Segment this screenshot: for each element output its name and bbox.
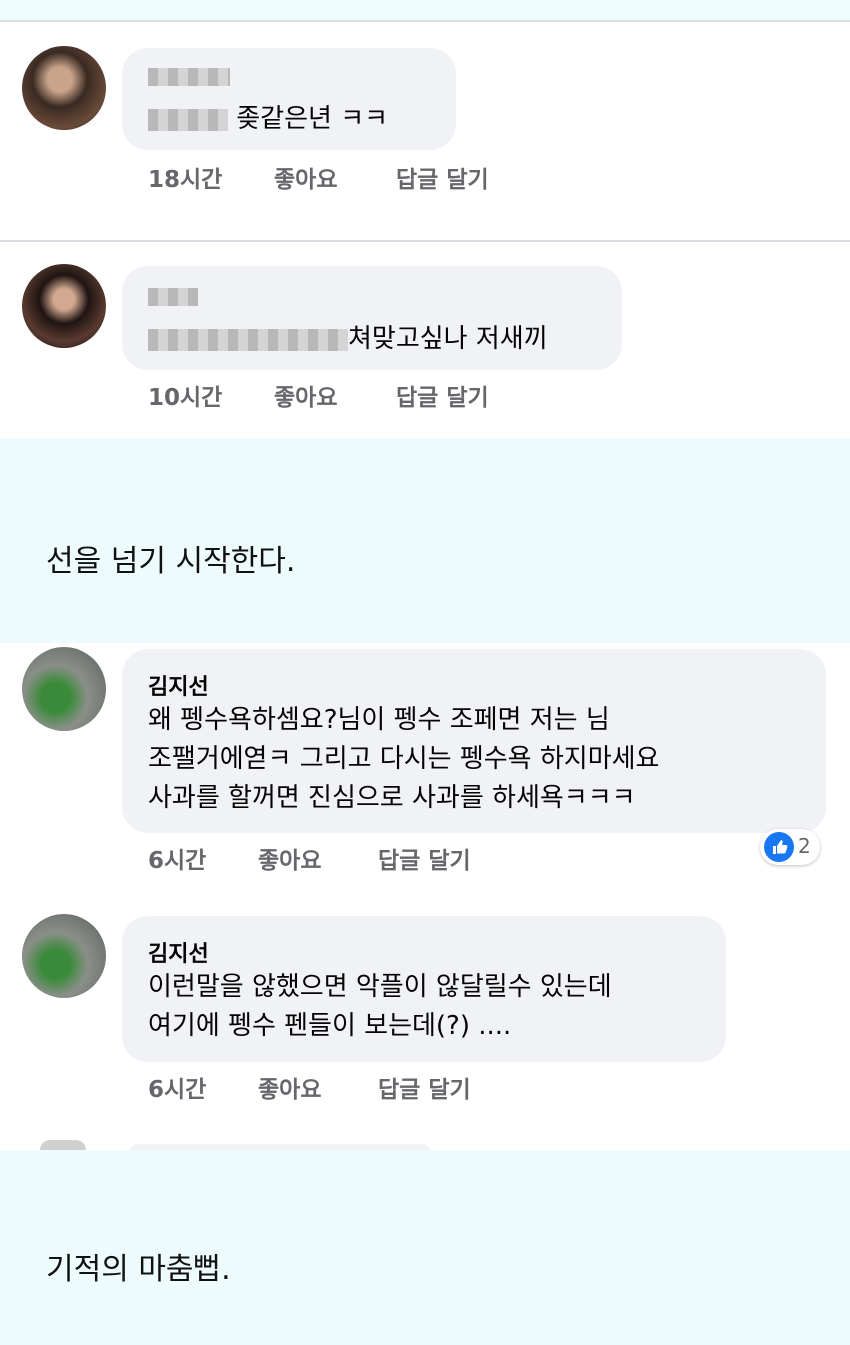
comment-bubble: 쳐맞고싶나 저새끼: [122, 266, 622, 370]
avatar[interactable]: [22, 46, 106, 130]
blurred-author-name: [148, 66, 230, 86]
top-caption-band: [0, 0, 850, 20]
divider: [0, 20, 850, 22]
comment-time: 6시간: [148, 1077, 207, 1103]
like-button[interactable]: 좋아요: [258, 1070, 321, 1104]
reply-button[interactable]: 답글 달기: [396, 160, 489, 194]
avatar[interactable]: [22, 264, 106, 348]
comment-1: 좆같은년 ㅋㅋ 18시간 좋아요 답글 달기: [0, 40, 850, 220]
comment-author[interactable]: 김지선: [148, 936, 209, 968]
comment-time: 18시간: [148, 167, 223, 193]
reply-button[interactable]: 답글 달기: [378, 841, 471, 875]
caption-text: 선을 넘기 시작한다.: [46, 544, 296, 579]
avatar[interactable]: [22, 914, 106, 998]
like-button[interactable]: 좋아요: [274, 160, 337, 194]
comment-text: 쳐맞고싶나 저새끼: [348, 324, 548, 354]
comment-time: 6시간: [148, 848, 207, 874]
like-thumb-icon: [764, 832, 794, 862]
comment-text-line: 조팰거에엳ㅋ 그리고 다시는 펭수욕 하지마세요: [148, 744, 660, 774]
blurred-author-name: [148, 286, 198, 306]
caption-text: 기적의 마춤뻡.: [46, 1252, 231, 1287]
comment-bubble: 좆같은년 ㅋㅋ: [122, 48, 456, 150]
comment-text-line: 이런말을 않했으면 악플이 않달릴수 있는데: [148, 972, 612, 1002]
like-button[interactable]: 좋아요: [274, 378, 337, 412]
reaction-summary[interactable]: 2: [760, 829, 820, 865]
reply-button[interactable]: 답글 달기: [396, 378, 489, 412]
comment-3: 김지선 왜 펭수욕하셈요?님이 펭수 조페면 저는 님 조팰거에엳ㅋ 그리고 다…: [0, 643, 850, 883]
reaction-count: 2: [798, 834, 811, 858]
comment-author[interactable]: 김지선: [148, 669, 209, 701]
comment-text-line: 여기에 펭수 펜들이 보는데(?) ....: [148, 1011, 512, 1041]
divider: [0, 240, 850, 242]
comment-bubble: 김지선 왜 펭수욕하셈요?님이 펭수 조페면 저는 님 조팰거에엳ㅋ 그리고 다…: [122, 649, 826, 833]
comment-text-line: 사과를 할꺼면 진심으로 사과를 하세욕ㅋㅋㅋ: [148, 783, 636, 813]
comment-text-line: 왜 펭수욕하셈요?님이 펭수 조페면 저는 님: [148, 705, 610, 735]
caption-band: 기적의 마춤뻡.: [0, 1150, 850, 1345]
caption-band: 선을 넘기 시작한다.: [0, 438, 850, 643]
avatar: [40, 1140, 86, 1150]
avatar[interactable]: [22, 647, 106, 731]
comment-4: 김지선 이런말을 않했으면 악플이 않달릴수 있는데 여기에 펭수 펜들이 보는…: [0, 910, 850, 1110]
comment-bubble: 김지선 이런말을 않했으면 악플이 않달릴수 있는데 여기에 펭수 펜들이 보는…: [122, 916, 726, 1062]
reply-button[interactable]: 답글 달기: [378, 1070, 471, 1104]
like-button[interactable]: 좋아요: [258, 841, 321, 875]
comment-time: 10시간: [148, 385, 223, 411]
comment-text: 좆같은년 ㅋㅋ: [236, 104, 389, 134]
comment-text-row: 좆같은년 ㅋㅋ: [148, 100, 388, 139]
comment-2: 쳐맞고싶나 저새끼 10시간 좋아요 답글 달기: [0, 258, 850, 438]
comment-text-row: 쳐맞고싶나 저새끼: [148, 320, 548, 359]
